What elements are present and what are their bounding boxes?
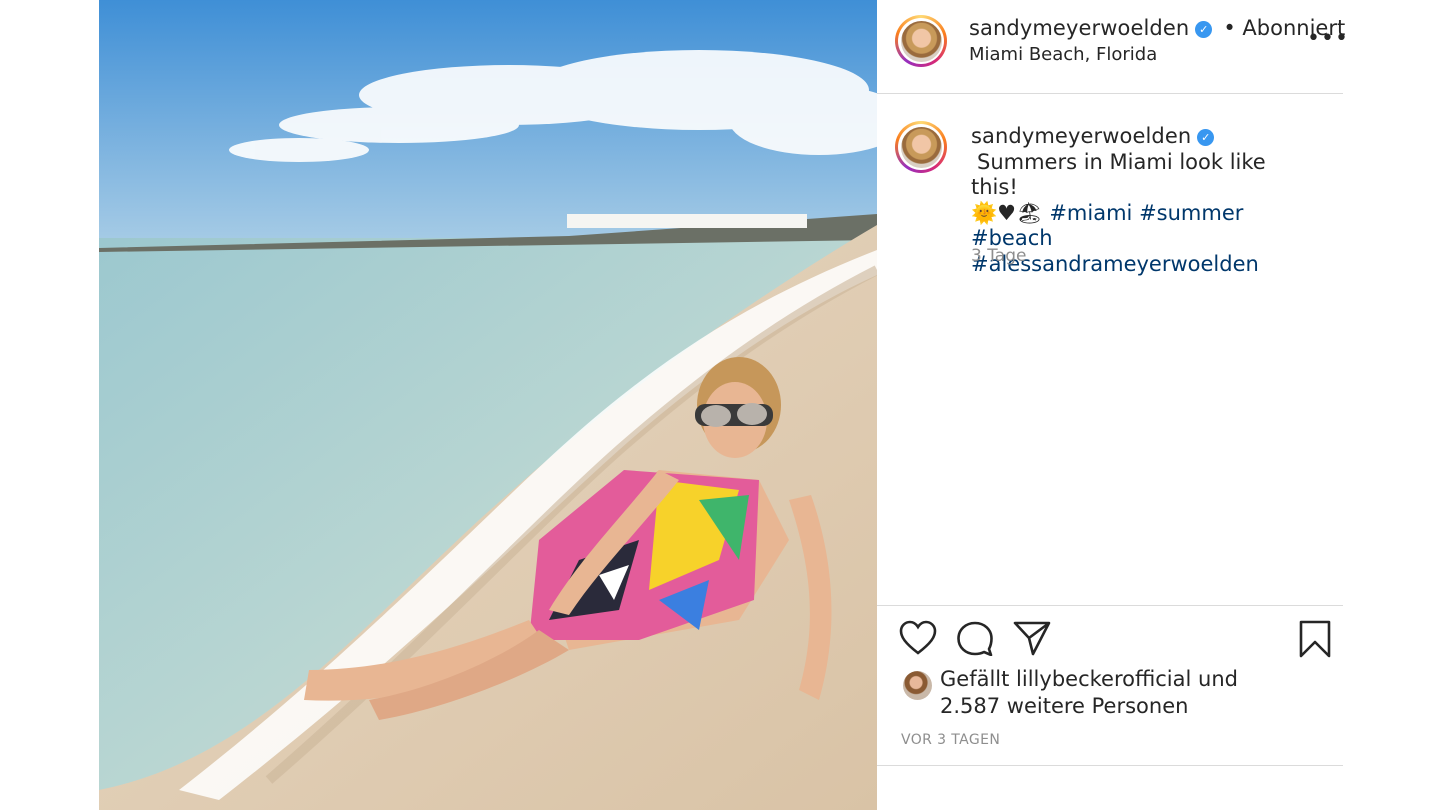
post-timestamp[interactable]: VOR 3 TAGEN <box>901 732 1000 748</box>
header-title-row: sandymeyerwoelden ✓ • Abonniert <box>969 16 1345 40</box>
caption-avatar[interactable] <box>895 121 947 173</box>
likes-and: und <box>1198 667 1238 691</box>
post-header: sandymeyerwoelden ✓ • Abonniert Miami Bea… <box>877 0 1348 94</box>
post-location[interactable]: Miami Beach, Florida <box>969 44 1157 65</box>
verified-badge-icon: ✓ <box>1195 21 1213 38</box>
caption-age[interactable]: 3 Tage <box>971 246 1026 266</box>
likes-summary: Gefällt lillybeckerofficial und 2.587 we… <box>940 666 1320 720</box>
ellipsis-icon[interactable]: ••• <box>1307 26 1349 51</box>
caption-text: Summers in Miami look like this! <box>971 149 1266 200</box>
paper-plane-icon[interactable] <box>1013 620 1051 660</box>
hashtag-link[interactable]: #miami <box>1049 201 1132 225</box>
avatar-image <box>900 20 942 62</box>
caption-username[interactable]: sandymeyerwoelden <box>971 124 1191 148</box>
hashtag-link[interactable]: #summer <box>1139 201 1243 225</box>
instagram-post-view: sandymeyerwoelden ✓ • Abonniert Miami Bea… <box>0 0 1440 810</box>
likes-count[interactable]: 2.587 weitere Personen <box>940 694 1188 718</box>
divider <box>877 765 1343 766</box>
post-actions: Gefällt lillybeckerofficial und 2.587 we… <box>877 605 1343 766</box>
liker-username[interactable]: lillybeckerofficial <box>1016 667 1191 691</box>
comment-icon[interactable] <box>956 620 994 660</box>
likes-prefix: Gefällt <box>940 667 1010 691</box>
liker-avatar[interactable] <box>903 671 932 700</box>
author-username[interactable]: sandymeyerwoelden <box>969 16 1189 40</box>
verified-badge-icon: ✓ <box>1197 129 1215 146</box>
post-side-panel: sandymeyerwoelden ✓ • Abonniert Miami Bea… <box>877 0 1348 810</box>
post-photo[interactable] <box>99 0 877 810</box>
caption-emoji: 🌞♥🏖 <box>971 200 1043 225</box>
author-avatar[interactable] <box>895 15 947 67</box>
heart-icon[interactable] <box>899 620 937 660</box>
avatar-image <box>900 126 942 168</box>
bookmark-icon[interactable] <box>1298 620 1332 662</box>
